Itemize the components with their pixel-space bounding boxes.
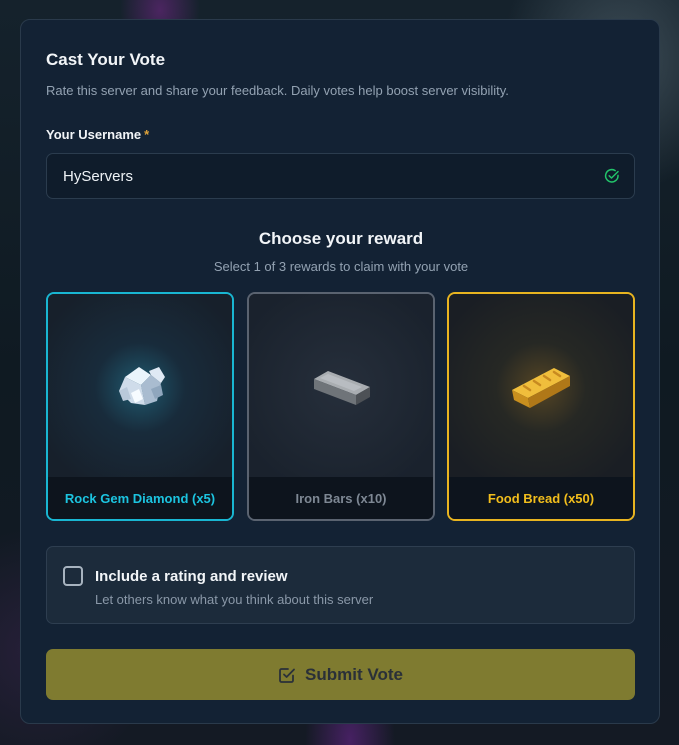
review-checkbox[interactable] [63,566,83,586]
required-mark: * [144,127,150,142]
reward-label-iron: Iron Bars (x10) [249,477,433,519]
review-label[interactable]: Include a rating and review [95,568,288,585]
reward-option-iron[interactable]: Iron Bars (x10) [247,292,435,521]
form-title: Cast Your Vote [46,50,166,69]
diamond-gem-icon [119,366,165,405]
username-label: Your Username * [46,127,149,142]
username-label-text: Your Username [46,127,142,142]
username-input[interactable] [63,167,604,185]
diamond-art [48,294,232,481]
bread-icon [512,367,570,408]
username-field[interactable] [46,153,635,199]
reward-subtitle: Select 1 of 3 rewards to claim with your… [213,259,469,274]
reward-option-bread[interactable]: Food Bread (x50) [447,292,635,521]
iron-bar-icon [314,370,370,405]
reward-option-diamond[interactable]: Rock Gem Diamond (x5) [46,292,234,521]
reward-title: Choose your reward [258,229,424,248]
bread-art [449,294,633,481]
reward-label-bread: Food Bread (x50) [449,477,633,519]
iron-art [249,294,433,481]
reward-label-diamond: Rock Gem Diamond (x5) [48,477,232,519]
submit-label: Submit Vote [305,664,403,684]
review-option: Include a rating and review Let others k… [46,546,635,624]
vote-card: Cast Your Vote Rate this server and shar… [20,19,660,724]
check-circle-icon [604,168,619,183]
check-square-icon [279,667,295,683]
form-subtitle: Rate this server and share your feedback… [46,83,509,98]
review-hint: Let others know what you think about thi… [95,592,374,607]
submit-vote-button[interactable]: Submit Vote [46,649,635,700]
